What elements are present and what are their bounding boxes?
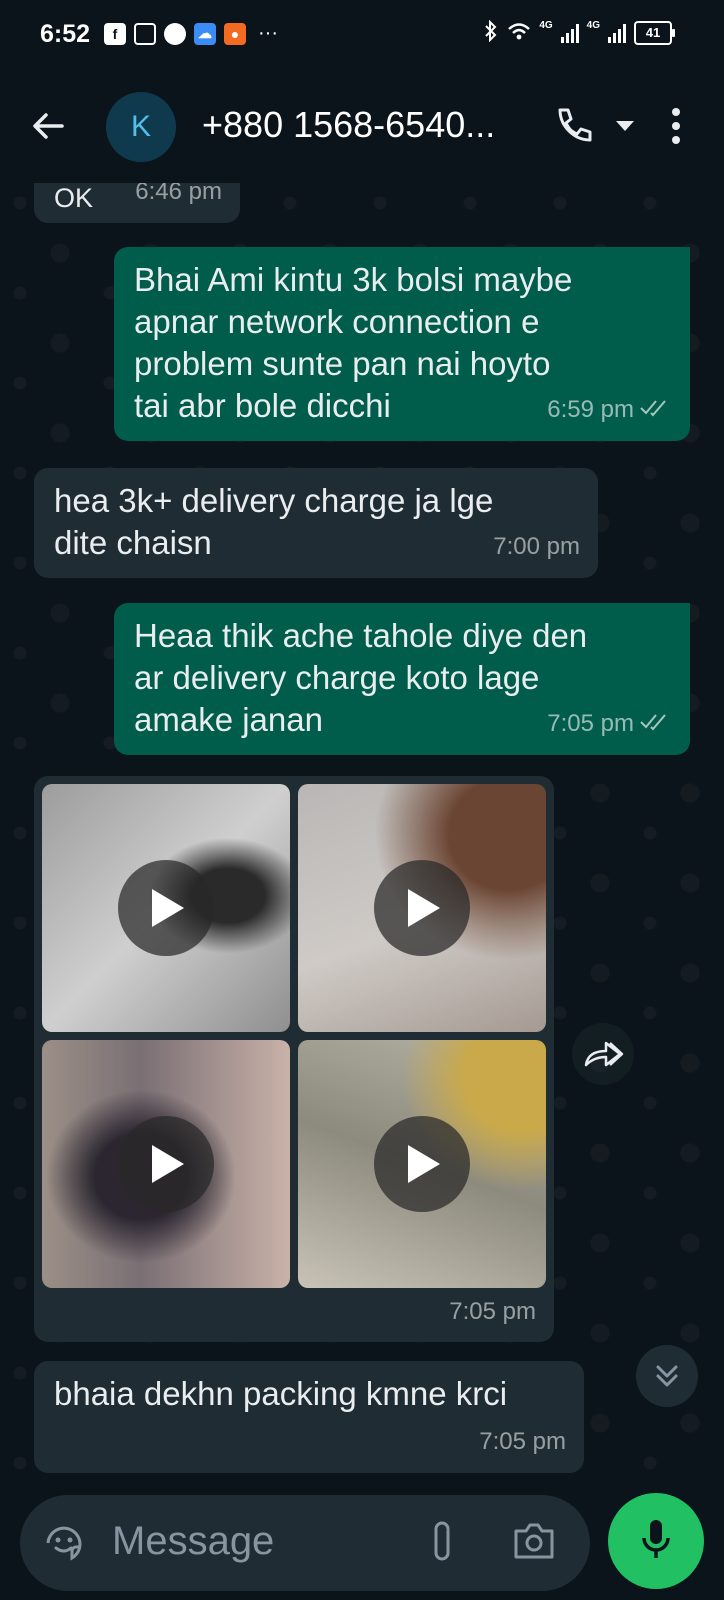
time-label: 7:05 pm [547, 710, 634, 737]
more-notifications-icon: ··· [258, 22, 278, 44]
message-meta: 6:59 pm [547, 389, 672, 431]
message-input[interactable]: Message [112, 1519, 274, 1564]
video-thumbnail[interactable] [42, 1040, 290, 1288]
play-icon[interactable] [118, 860, 214, 956]
video-thumbnail[interactable] [42, 784, 290, 1032]
phone-icon[interactable] [552, 104, 596, 153]
bluetooth-icon [483, 19, 499, 45]
video-thumbnail[interactable] [298, 784, 546, 1032]
camera-icon[interactable] [512, 1521, 556, 1566]
app-notification-icon: ● [224, 22, 246, 45]
attach-icon[interactable] [428, 1519, 456, 1572]
cloud-app-icon: ☁ [194, 22, 216, 45]
time-label: 7:05 pm [449, 1298, 536, 1325]
sticker-icon[interactable] [42, 1521, 86, 1570]
play-icon[interactable] [118, 1116, 214, 1212]
battery-level: 41 [645, 25, 661, 40]
time-label: 7:05 pm [479, 1428, 566, 1455]
play-icon[interactable] [374, 860, 470, 956]
chat-header: K +880 1568-6540... [0, 70, 724, 183]
time-label: 6:59 pm [547, 396, 634, 423]
message-bubble-outgoing[interactable]: Heaa thik ache tahole diye den ar delive… [114, 603, 690, 755]
instagram-icon [134, 22, 156, 45]
message-meta: 7:00 pm [493, 526, 580, 568]
message-text: OK [54, 183, 94, 213]
scroll-down-icon[interactable] [636, 1345, 698, 1407]
chat-area[interactable]: OK 6:46 pm Bhai Ami kintu 3k bolsi maybe… [0, 183, 724, 1493]
message-meta: 7:05 pm [479, 1421, 566, 1463]
messenger-icon [164, 22, 186, 45]
back-arrow-icon[interactable] [28, 106, 68, 146]
facebook-icon: f [104, 22, 126, 45]
message-meta: 7:05 pm [547, 703, 672, 745]
message-bubble-outgoing[interactable]: Bhai Ami kintu 3k bolsi maybe apnar netw… [114, 247, 690, 441]
network-type-2: 4G [586, 20, 600, 31]
read-ticks-icon [640, 703, 672, 745]
mic-button[interactable] [608, 1493, 704, 1589]
message-text: bhaia dekhn packing kmne krci [54, 1375, 508, 1412]
message-meta: 7:05 pm [449, 1298, 536, 1326]
battery-icon: 41 [634, 20, 675, 45]
notification-icons: f ☁ ● ··· [104, 22, 278, 45]
video-thumbnail[interactable] [298, 1040, 546, 1288]
read-ticks-icon [640, 389, 672, 431]
message-bubble-incoming[interactable]: hea 3k+ delivery charge ja lge dite chai… [34, 468, 598, 578]
time-label: 6:46 pm [135, 183, 222, 205]
message-bubble-incoming[interactable]: OK 6:46 pm [34, 183, 240, 223]
message-bubble-incoming[interactable]: bhaia dekhn packing kmne krci 7:05 pm [34, 1361, 584, 1473]
more-vert-icon[interactable] [670, 106, 682, 151]
dropdown-caret-icon[interactable] [614, 119, 636, 138]
wifi-icon [507, 21, 531, 44]
play-icon[interactable] [374, 1116, 470, 1212]
time-label: 7:00 pm [493, 533, 580, 560]
video-album-message[interactable]: 7:05 pm [34, 776, 554, 1342]
signal-bars-icon [560, 23, 579, 43]
message-composer[interactable]: Message [20, 1495, 590, 1591]
forward-icon[interactable] [572, 1023, 634, 1085]
system-indicators: 4G 4G 41 [483, 19, 675, 45]
contact-name[interactable]: +880 1568-6540... [202, 104, 495, 146]
avatar[interactable]: K [106, 92, 176, 162]
mic-icon [639, 1517, 673, 1566]
status-time: 6:52 [40, 20, 91, 48]
network-type-1: 4G [539, 20, 553, 31]
status-bar: 6:52 f ☁ ● ··· 4G 4G 41 [0, 0, 724, 70]
message-time: 6:46 pm [135, 183, 222, 213]
signal-bars-icon [608, 23, 626, 43]
